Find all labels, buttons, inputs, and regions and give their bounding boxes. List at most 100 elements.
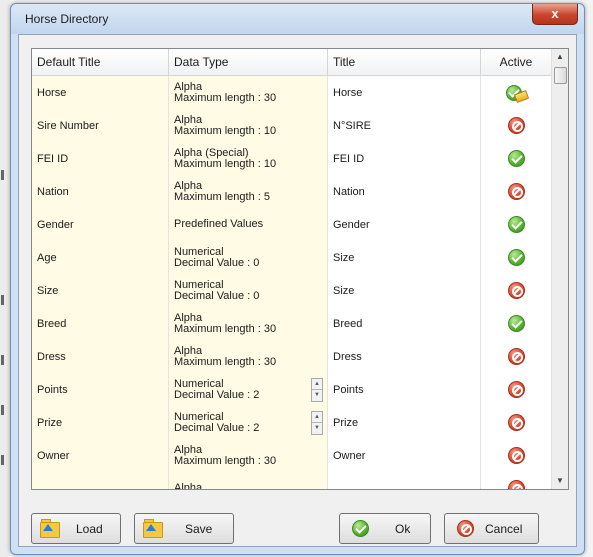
- grid-header: Default Title Data Type Title Active: [32, 49, 552, 76]
- default-title-cell: Breed: [32, 307, 169, 340]
- grid-vertical-scrollbar[interactable]: ▲ ▼: [551, 49, 568, 489]
- data-type-cell[interactable]: Numerical Decimal Value : 0: [169, 274, 328, 307]
- title-input[interactable]: Size: [328, 241, 481, 274]
- active-cell[interactable]: [481, 307, 552, 340]
- active-edit-icon[interactable]: [504, 83, 530, 103]
- default-title-cell: FEI ID: [32, 142, 169, 175]
- background-window-edge: [0, 0, 10, 557]
- active-check-icon[interactable]: [507, 150, 525, 167]
- title-input[interactable]: Owner: [328, 439, 481, 472]
- data-type-cell[interactable]: Alpha Maximum length : 5: [169, 175, 328, 208]
- load-button[interactable]: Load: [31, 513, 121, 544]
- table-row[interactable]: Nation Alpha Maximum length : 5 Nation: [32, 175, 552, 209]
- data-type-kind: Alpha: [174, 482, 203, 490]
- inactive-block-icon[interactable]: [507, 348, 525, 365]
- active-cell[interactable]: [481, 208, 552, 241]
- decimal-spinner[interactable]: ▲ ▼: [311, 378, 323, 402]
- data-type-cell[interactable]: Numerical Decimal Value : 2 ▲ ▼: [169, 406, 328, 439]
- scrollbar-thumb[interactable]: [554, 67, 567, 84]
- active-cell[interactable]: [481, 142, 552, 175]
- cancel-icon: [457, 520, 474, 537]
- title-input[interactable]: Points: [328, 373, 481, 406]
- folder-load-icon: [40, 518, 60, 538]
- ok-button[interactable]: Ok: [339, 513, 431, 544]
- active-cell[interactable]: [481, 241, 552, 274]
- save-button[interactable]: Save: [134, 513, 234, 544]
- background-text-fragment: [1, 170, 4, 180]
- inactive-block-icon[interactable]: [507, 480, 525, 489]
- default-title-cell: [32, 472, 169, 489]
- data-type-constraint: Maximum length : 10: [174, 124, 277, 137]
- table-row[interactable]: Points Numerical Decimal Value : 2 ▲ ▼ Points: [32, 373, 552, 407]
- data-type-cell[interactable]: Alpha (Special) Maximum length : 10: [169, 142, 328, 175]
- close-button[interactable]: x: [532, 4, 578, 25]
- table-row[interactable]: Size Numerical Decimal Value : 0 Size: [32, 274, 552, 308]
- table-row[interactable]: Gender Predefined Values Gender: [32, 208, 552, 242]
- background-text-fragment: [1, 355, 4, 365]
- spin-up-icon[interactable]: ▲: [312, 379, 322, 390]
- title-input[interactable]: Breed: [328, 307, 481, 340]
- active-check-icon[interactable]: [507, 315, 525, 332]
- title-input[interactable]: Prize: [328, 406, 481, 439]
- active-cell[interactable]: [481, 373, 552, 406]
- active-cell[interactable]: [481, 406, 552, 439]
- active-cell[interactable]: [481, 175, 552, 208]
- title-input[interactable]: Size: [328, 274, 481, 307]
- scroll-down-icon[interactable]: ▼: [552, 473, 568, 489]
- table-row[interactable]: Prize Numerical Decimal Value : 2 ▲ ▼ Prize: [32, 406, 552, 440]
- table-row[interactable]: Breed Alpha Maximum length : 30 Breed: [32, 307, 552, 341]
- title-input[interactable]: N°SIRE: [328, 109, 481, 142]
- active-cell[interactable]: [481, 274, 552, 307]
- spin-up-icon[interactable]: ▲: [312, 412, 322, 423]
- inactive-block-icon[interactable]: [507, 183, 525, 200]
- title-bar[interactable]: Horse Directory x: [11, 4, 584, 34]
- title-input[interactable]: [328, 472, 481, 489]
- table-row[interactable]: Sire Number Alpha Maximum length : 10 N°SIR…: [32, 109, 552, 143]
- table-row[interactable]: Owner Alpha Maximum length : 30 Owner: [32, 439, 552, 473]
- active-cell[interactable]: [481, 340, 552, 373]
- table-row[interactable]: Age Numerical Decimal Value : 0 Size: [32, 241, 552, 275]
- cancel-button[interactable]: Cancel: [444, 513, 539, 544]
- column-header-title[interactable]: Title: [328, 49, 481, 75]
- column-header-active[interactable]: Active: [481, 49, 552, 75]
- save-button-label: Save: [185, 522, 213, 536]
- table-row[interactable]: Horse Alpha Maximum length : 30 Horse: [32, 76, 552, 110]
- data-type-cell[interactable]: Alpha Maximum length : 30: [169, 340, 328, 373]
- table-row[interactable]: Dress Alpha Maximum length : 30 Dress: [32, 340, 552, 374]
- data-type-cell[interactable]: Alpha Maximum length : 30: [169, 76, 328, 109]
- title-input[interactable]: FEI ID: [328, 142, 481, 175]
- active-cell[interactable]: [481, 109, 552, 142]
- active-cell[interactable]: [481, 439, 552, 472]
- column-header-data-type[interactable]: Data Type: [169, 49, 328, 75]
- active-check-icon[interactable]: [507, 216, 525, 233]
- title-input[interactable]: Horse: [328, 76, 481, 109]
- inactive-block-icon[interactable]: [507, 414, 525, 431]
- spin-down-icon[interactable]: ▼: [312, 423, 322, 434]
- data-type-cell[interactable]: Alpha Maximum length : 10: [169, 109, 328, 142]
- title-input[interactable]: Dress: [328, 340, 481, 373]
- table-row[interactable]: Alpha: [32, 472, 552, 489]
- inactive-block-icon[interactable]: [507, 381, 525, 398]
- default-title-cell: Nation: [32, 175, 169, 208]
- active-check-icon[interactable]: [507, 249, 525, 266]
- data-type-cell[interactable]: Alpha Maximum length : 30: [169, 307, 328, 340]
- table-row[interactable]: FEI ID Alpha (Special) Maximum length : 10…: [32, 142, 552, 176]
- inactive-block-icon[interactable]: [507, 117, 525, 134]
- column-header-default-title[interactable]: Default Title: [32, 49, 169, 75]
- data-type-cell[interactable]: Numerical Decimal Value : 0: [169, 241, 328, 274]
- decimal-spinner[interactable]: ▲ ▼: [311, 411, 323, 435]
- data-type-kind: Alpha: [174, 443, 203, 456]
- data-type-cell[interactable]: Alpha: [169, 472, 328, 489]
- default-title-cell: Horse: [32, 76, 169, 109]
- active-cell[interactable]: [481, 472, 552, 489]
- active-cell[interactable]: [481, 76, 552, 109]
- inactive-block-icon[interactable]: [507, 447, 525, 464]
- title-input[interactable]: Nation: [328, 175, 481, 208]
- spin-down-icon[interactable]: ▼: [312, 390, 322, 401]
- data-type-cell[interactable]: Alpha Maximum length : 30: [169, 439, 328, 472]
- title-input[interactable]: Gender: [328, 208, 481, 241]
- data-type-cell[interactable]: Numerical Decimal Value : 2 ▲ ▼: [169, 373, 328, 406]
- inactive-block-icon[interactable]: [507, 282, 525, 299]
- scroll-up-icon[interactable]: ▲: [552, 49, 568, 65]
- data-type-cell[interactable]: Predefined Values: [169, 208, 328, 241]
